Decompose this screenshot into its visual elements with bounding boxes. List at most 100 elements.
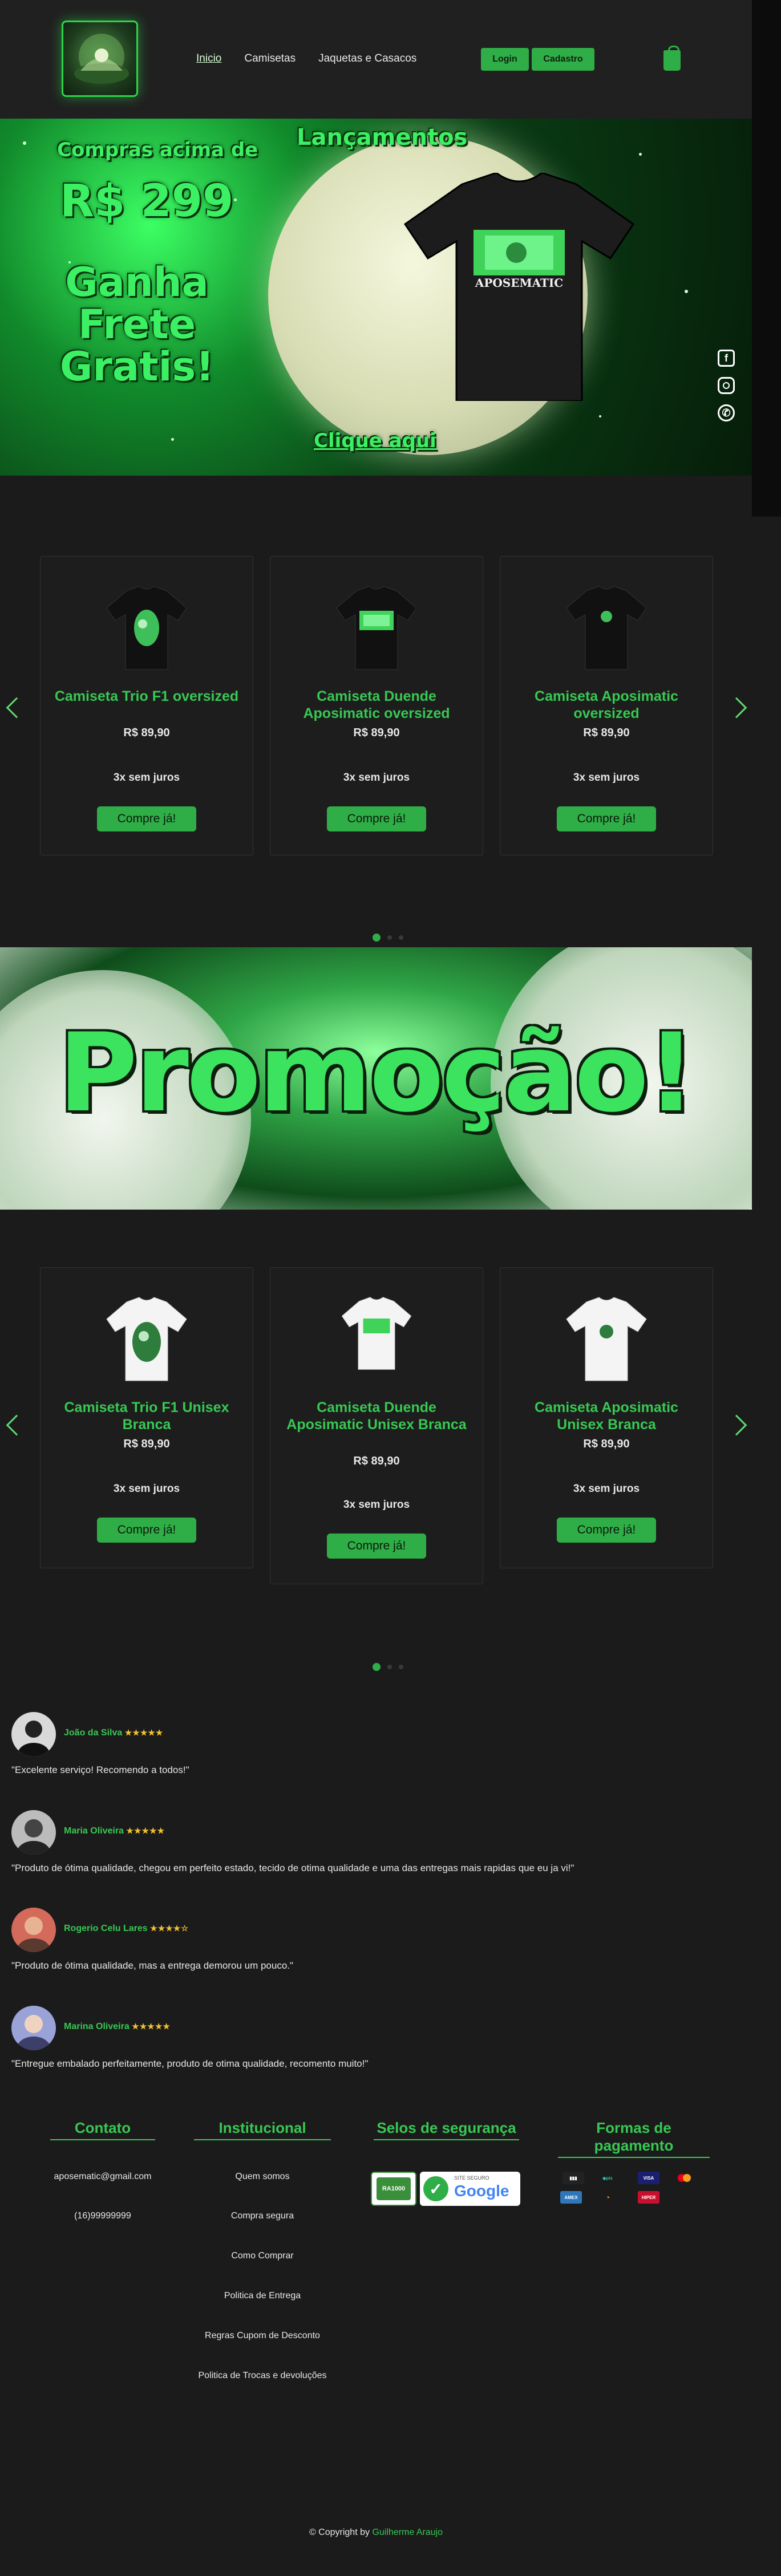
elo-icon: ◔ [605,2193,610,2202]
review-text: "Produto de ótima qualidade, chegou em p… [11,1863,574,1873]
review-text: "Entregue embalado perfeitamente, produt… [11,2058,369,2069]
tshirt-graphic: APOSEMATIC [403,173,635,401]
product-installments: 3x sem juros [113,1483,180,1495]
product-name[interactable]: Camiseta Aposimatic Unisex Branca [512,1399,701,1433]
facebook-icon[interactable]: f [718,350,735,367]
hero-cta[interactable]: Clique aqui [314,429,436,452]
signup-button[interactable]: Cadastro [532,48,594,71]
carousel-dot[interactable] [387,935,392,940]
google-safe-seal[interactable]: ✓ SITE SEGURO Google [420,2172,520,2206]
carousel2-prev-arrow-icon[interactable] [6,1414,27,1436]
product-card[interactable]: Camiseta Aposimatic oversized R$ 89,90 3… [500,556,713,855]
visa-icon: VISA [638,2172,659,2184]
brand-logo[interactable] [62,21,138,97]
product-card[interactable]: Camiseta Duende Aposimatic Unisex Branca… [270,1267,483,1584]
carousel2-next-arrow-icon[interactable] [726,1414,747,1436]
footer-institutional-title: Institucional [194,2119,331,2140]
footer-email[interactable]: aposematic@gmail.com [34,2172,171,2182]
mastercard-icon [673,2172,695,2184]
product-card[interactable]: Camiseta Trio F1 Unisex Branca R$ 89,90 … [40,1267,253,1568]
avatar [11,1810,56,1855]
footer-link-compra-segura[interactable]: Compra segura [177,2211,348,2221]
product-image [336,586,417,670]
footer-payment-title: Formas de pagamento [558,2119,710,2158]
ra1000-seal[interactable]: RA1000 [371,2172,416,2206]
whatsapp-icon[interactable]: ✆ [718,404,735,421]
shirt-print-text: APOSEMATIC [475,276,563,290]
buy-button[interactable]: Compre já! [97,806,196,831]
boleto-icon: ▮▮▮ [563,2172,584,2184]
product-price: R$ 89,90 [583,727,630,739]
nav-item-camisetas[interactable]: Camisetas [244,52,296,65]
review-author: Maria Oliveira ★★★★★ [64,1826,165,1836]
footer-link-politica-entrega[interactable]: Politica de Entrega [177,2291,348,2301]
buy-button[interactable]: Compre já! [327,806,426,831]
product-installments: 3x sem juros [573,1483,640,1495]
footer-link-quem-somos[interactable]: Quem somos [177,2172,348,2182]
nav-item-inicio[interactable]: Inicio [196,52,221,65]
carousel1-next-arrow-icon[interactable] [726,697,747,719]
review-text: "Excelente serviço! Recomendo a todos!" [11,1764,189,1775]
product-price: R$ 89,90 [123,727,170,739]
carousel1-prev-arrow-icon[interactable] [6,697,27,719]
login-button[interactable]: Login [481,48,529,71]
product-price: R$ 89,90 [583,1438,630,1450]
product-installments: 3x sem juros [113,772,180,784]
product-image [106,586,187,670]
main-nav: Inicio Camisetas Jaquetas e Casacos [196,52,416,65]
product-price: R$ 89,90 [123,1438,170,1450]
footer-contact-title: Contato [50,2119,155,2140]
carousel-dot[interactable] [373,934,381,942]
product-name[interactable]: Camiseta Trio F1 Unisex Branca [52,1399,241,1433]
right-edge-panel [752,0,781,517]
footer-phone[interactable]: (16)99999999 [34,2211,171,2221]
product-image [106,1297,187,1381]
buy-button[interactable]: Compre já! [557,1518,656,1543]
carousel1-dots [373,934,403,942]
copyright-author[interactable]: Guilherme Araujo [372,2528,443,2537]
review-author: João da Silva ★★★★★ [64,1728,164,1738]
hero-amount: R$ 299 [60,176,234,227]
product-image [566,586,647,670]
avatar [11,1712,56,1756]
footer-link-trocas[interactable]: Politica de Trocas e devoluções [177,2371,348,2381]
carousel-dot[interactable] [373,1663,381,1671]
product-image [341,1297,412,1370]
carousel-dot[interactable] [387,1665,392,1669]
site-header: Inicio Camisetas Jaquetas e Casacos Logi… [0,0,752,119]
product-card[interactable]: Camiseta Trio F1 oversized R$ 89,90 3x s… [40,556,253,855]
hero-free-shipping: Ganha Frete Gratis! [59,259,215,390]
product-name[interactable]: Camiseta Duende Aposimatic Unisex Branca [282,1399,471,1433]
promo-banner[interactable]: Promoção! [0,947,752,1210]
footer-link-como-comprar[interactable]: Como Comprar [177,2251,348,2261]
product-image [566,1297,647,1381]
buy-button[interactable]: Compre já! [97,1518,196,1543]
buy-button[interactable]: Compre já! [557,806,656,831]
carousel-dot[interactable] [399,1665,403,1669]
buy-button[interactable]: Compre já! [327,1534,426,1559]
footer-link-cupom[interactable]: Regras Cupom de Desconto [177,2331,348,2341]
product-installments: 3x sem juros [573,772,640,784]
hero-banner[interactable]: APOSEMATIC Compras acima de R$ 299 Ganha… [0,119,752,476]
product-name[interactable]: Camiseta Duende Aposimatic oversized [282,688,471,722]
review-author: Marina Oliveira ★★★★★ [64,2022,171,2031]
promo-title: Promoção! [58,1010,696,1136]
shopping-bag-icon[interactable] [663,46,681,71]
review-text: "Produto de ótima qualidade, mas a entre… [11,1960,294,1971]
product-installments: 3x sem juros [343,1499,410,1511]
rating-stars: ★★★★★ [132,2022,171,2031]
avatar [11,2006,56,2050]
product-card[interactable]: Camiseta Duende Aposimatic oversized R$ … [270,556,483,855]
rating-stars: ★★★★★ [124,1728,164,1737]
product-card[interactable]: Camiseta Aposimatic Unisex Branca R$ 89,… [500,1267,713,1568]
product-name[interactable]: Camiseta Trio F1 oversized [52,688,241,705]
product-name[interactable]: Camiseta Aposimatic oversized [512,688,701,722]
rating-stars: ★★★★☆ [150,1924,189,1933]
review-author: Rogerio Celu Lares ★★★★☆ [64,1924,189,1933]
instagram-icon[interactable] [718,377,735,394]
hipercard-icon: HIPER [638,2191,659,2204]
product-price: R$ 89,90 [353,727,400,739]
nav-item-jaquetas[interactable]: Jaquetas e Casacos [318,52,416,65]
carousel-dot[interactable] [399,935,403,940]
social-links: f ✆ [718,350,735,421]
